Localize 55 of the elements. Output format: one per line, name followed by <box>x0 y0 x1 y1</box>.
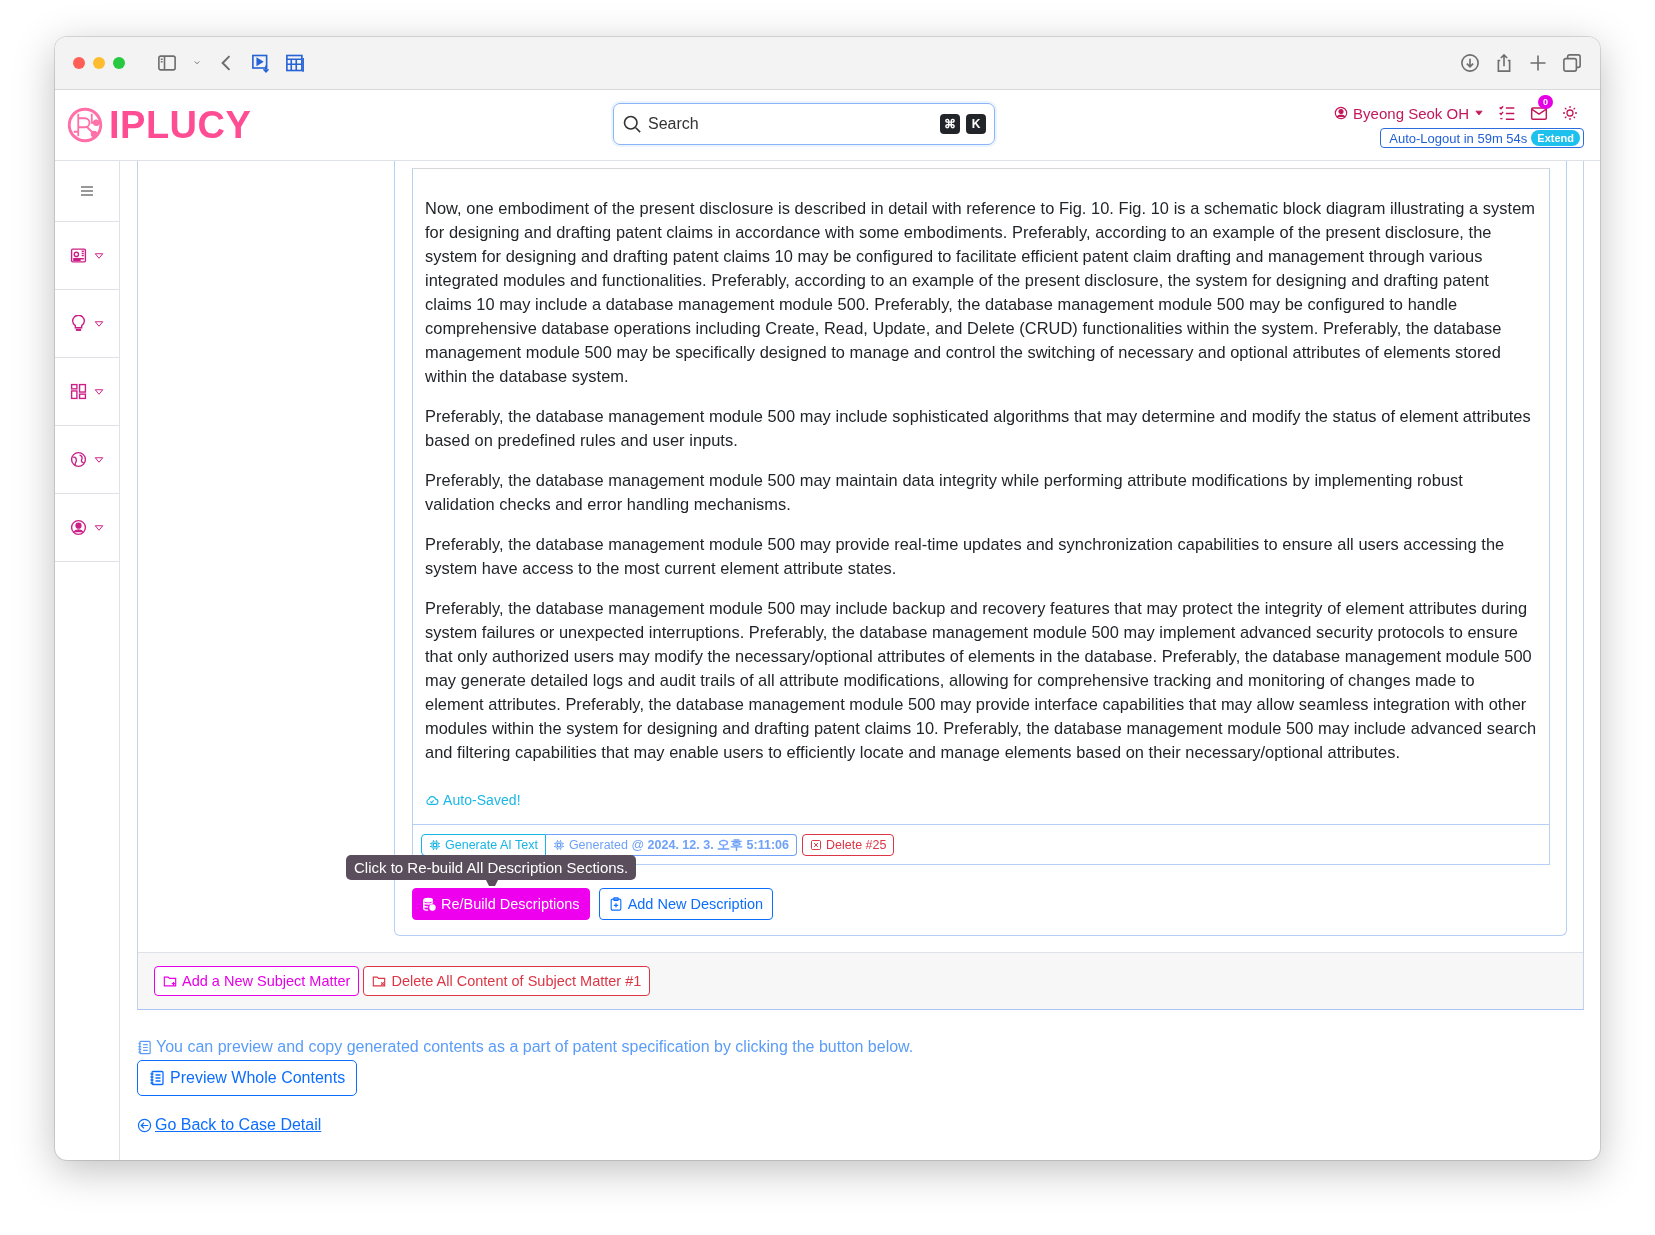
preview-hint: You can preview and copy generated contents as a part of patent specification by clicking the button below. <box>156 1038 914 1056</box>
search-icon <box>622 114 642 134</box>
mail-icon[interactable] <box>1530 104 1548 122</box>
close-icon <box>810 839 822 851</box>
circuit-board-icon <box>69 247 87 264</box>
folder-delete-icon <box>372 974 387 988</box>
paragraph: Preferably, the database management module 500 may provide real-time updates and synchronization capabilities to ensure all users accessing the system have access to the most current element attribute states. <box>425 534 1506 579</box>
paragraph: Now, one embodiment of the present disclosure is described in detail with reference to Fig. 10. Fig. 10 is a schematic block diagram illustrating a system for designing and drafting patent claims in accordance with some embodiments. Preferably, according to an example of the present disclosure, the system for designing and drafting patent claims 10 may be configured to facilitate efficient patent claim drafting and management through various integrated modules and functionalities. Preferably, according to an example of the present disclosure, the system for designing and drafting patent claims 10 may include a database management module 500. Preferably, the database management module 500 may be configured to handle comprehensive database operations including Create, Read, Update, and Delete (CRUD) functionalities within the system. Preferably, the database management module 500 may be specifically designed to manage and control the switching of necessary and optional attributes of elements stored within the database system. <box>425 198 1537 387</box>
notes-icon <box>137 1039 152 1055</box>
delete-button[interactable]: Delete #25 <box>802 834 895 856</box>
user-menu-button[interactable]: Byeong Seok OH <box>1334 104 1484 122</box>
chip-icon <box>429 839 441 851</box>
task-list-icon[interactable] <box>1498 104 1516 122</box>
menu-icon <box>79 183 95 199</box>
auto-logout-timer: Auto-Logout in 59m 54s <box>1389 130 1528 146</box>
database-icon <box>422 897 436 911</box>
user-icon <box>1334 106 1349 120</box>
tooltip-arrow <box>486 880 498 886</box>
chip-icon <box>552 839 565 851</box>
light-bulb-icon <box>69 315 87 332</box>
globe-icon <box>69 451 87 468</box>
shortcut-key: ⌘ <box>940 114 960 134</box>
back-link[interactable]: Go Back to Case Detail <box>155 1116 322 1134</box>
cloud-check-icon <box>425 793 439 807</box>
sun-icon[interactable] <box>1562 105 1578 121</box>
notes-icon <box>149 1070 165 1086</box>
delete-all-button[interactable]: Delete All Content of Subject Matter #1 <box>363 966 651 996</box>
clipboard-plus-icon <box>608 897 623 911</box>
shortcut-key: K <box>966 114 986 134</box>
sidebar-icon[interactable] <box>157 53 177 73</box>
table-icon[interactable] <box>285 53 305 73</box>
video-download-icon[interactable] <box>251 53 271 73</box>
add-subject-button[interactable]: Add a New Subject Matter <box>154 966 360 996</box>
paragraph: Preferably, the database management module 500 may include sophisticated algorithms that may determine and modify the status of element attributes based on predefined rules and user inputs. <box>425 406 1532 451</box>
logo-icon <box>67 107 103 143</box>
auto-saved-status: Auto-Saved! <box>443 791 521 810</box>
preview-button[interactable]: Preview Whole Contents <box>137 1060 358 1096</box>
generated-timestamp[interactable]: Generated @ 2024. 12. 3. 오후 5:11:06 <box>545 834 797 856</box>
paragraph: Preferably, the database management module 500 may maintain data integrity while performing attribute modifications by implementing robust validation checks and error handling mechanisms. <box>425 470 1464 515</box>
new-tab-icon[interactable] <box>1528 53 1548 73</box>
person-icon <box>69 519 87 536</box>
rebuild-button[interactable]: Re/Build Descriptions <box>412 888 590 920</box>
close-button[interactable] <box>73 57 85 69</box>
dashboard-icon <box>69 383 87 400</box>
tooltip: Click to Re-build All Description Sections. <box>346 855 637 880</box>
count-badge: 0 <box>1538 95 1553 109</box>
generate-ai-button[interactable]: Generate AI Text <box>421 834 546 856</box>
add-description-button[interactable]: Add New Description <box>598 888 774 920</box>
tabs-icon[interactable] <box>1562 53 1582 73</box>
search-field[interactable]: Search ⌘ K <box>613 103 995 145</box>
logo-text[interactable]: IPLUCY <box>109 103 252 147</box>
folder-add-icon <box>163 974 177 988</box>
caret-icon <box>1474 108 1484 118</box>
paragraph: Preferably, the database management module 500 may include backup and recovery features that may protect the integrity of element attributes during system failures or unexpected interruptions. Preferably, the database management module 500 may implement advanced security protocols to ensure that only authorized users may modify the necessary/optional attributes of elements in the database. Preferably, the database management module 500 may generate detailed logs and audit trails of all attribute modifications, allowing for comprehensive tracking and monitoring of changes made to element attributes. Preferably, the database management module 500 may provide interface capabilities that may allow seamless integration with other modules within the system for designing and drafting patent claims 10. Preferably, the database management module 500 may include advanced search and filtering capabilities that may enable users to efficiently locate and manage elements based on their necessary/optional attributes. <box>425 598 1537 763</box>
download-icon[interactable] <box>1460 53 1480 73</box>
